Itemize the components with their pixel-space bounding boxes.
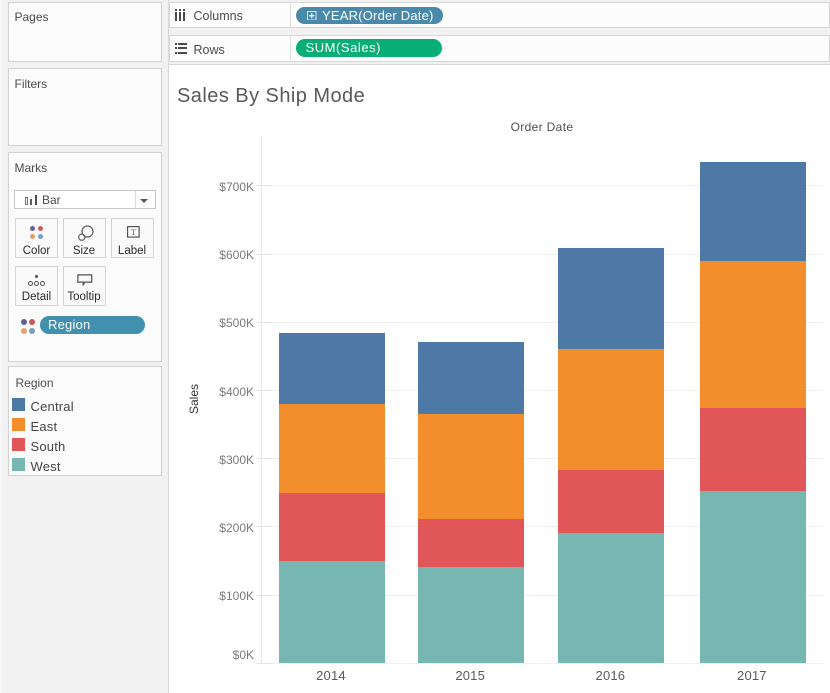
svg-text:T: T <box>130 227 136 237</box>
